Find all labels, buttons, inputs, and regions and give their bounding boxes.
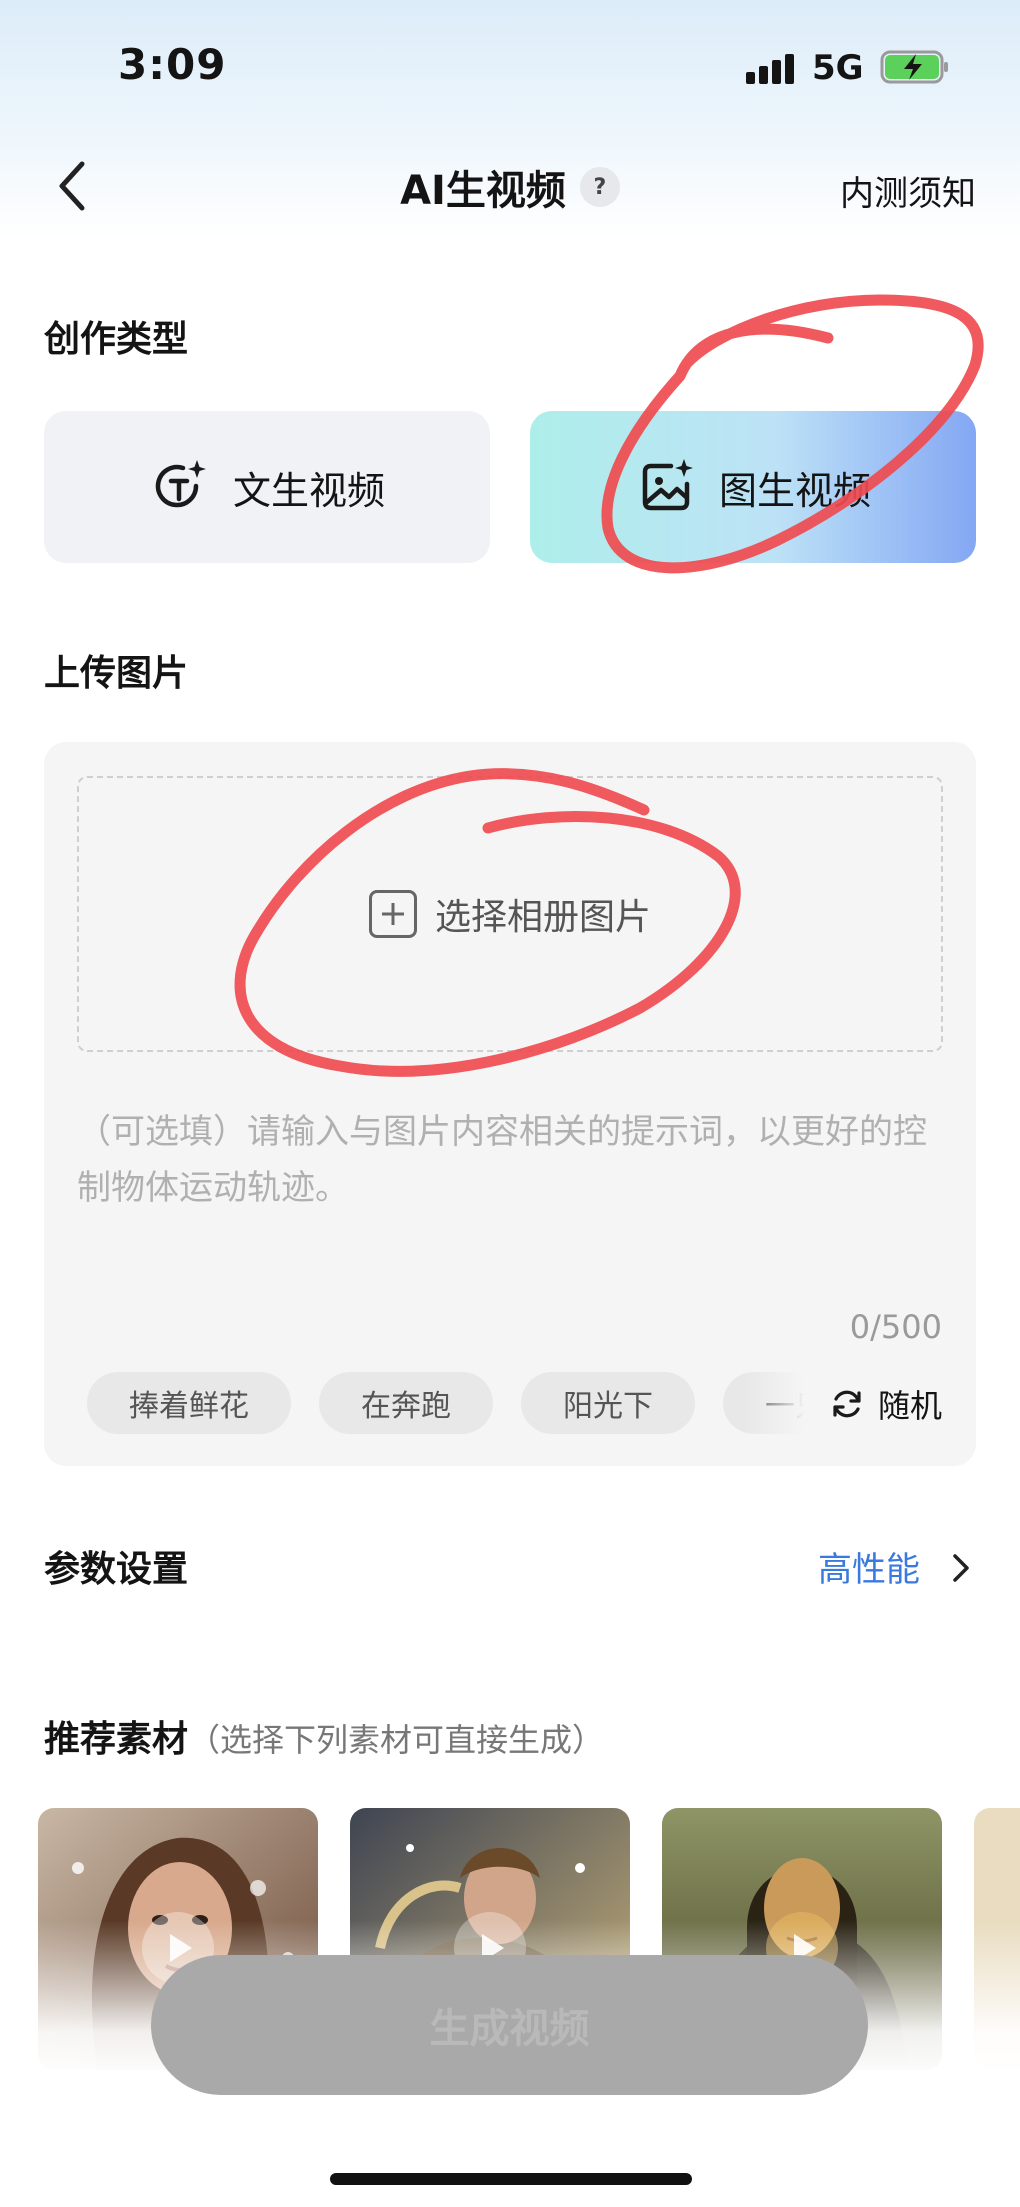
recommend-subtitle: （选择下列素材可直接生成） [188,1721,605,1759]
upload-image-label: 上传图片 [44,653,189,694]
image-spark-icon [642,459,693,511]
upload-panel: 选择相册图片 0/500 捧着鲜花 在奔跑 阳光下 一只 随机 [44,742,976,1466]
suggestion-chip[interactable]: 在奔跑 [319,1372,493,1434]
text-spark-icon [155,460,206,508]
suggestion-chip[interactable]: 阳光下 [521,1372,695,1434]
status-bar: 3:09 5G [0,0,1020,130]
select-album-image-label: 选择相册图片 [434,897,651,938]
image-to-video-label: 图生视频 [718,468,871,513]
creation-type-label: 创作类型 [44,319,189,360]
page-title-text: AI生视频 [400,168,566,214]
signal-icon [746,54,798,84]
character-counter: 0/500 [849,1308,942,1346]
beta-notice-link[interactable]: 内测须知 [840,166,976,215]
recommend-title: 推荐素材（选择下列素材可直接生成） [44,1710,604,1762]
text-to-video-label: 文生视频 [232,468,385,513]
params-value: 高性能 [818,1550,920,1590]
text-to-video-option[interactable]: 文生视频 [44,411,490,563]
add-icon [368,890,417,938]
chevron-right-icon [953,1554,969,1582]
prompt-suggestions: 捧着鲜花 在奔跑 阳光下 一只 [87,1372,817,1434]
battery-charging-icon [880,50,948,84]
random-label: 随机 [878,1387,943,1425]
random-suggestion-button[interactable]: 随机 [830,1376,942,1432]
status-time: 3:09 [118,40,227,89]
help-icon[interactable]: ? [579,167,620,207]
recommend-title-text: 推荐素材 [44,1719,189,1760]
home-indicator [330,2173,692,2185]
refresh-icon [833,1390,861,1418]
params-label: 参数设置 [44,1549,189,1590]
params-row[interactable]: 参数设置 高性能 [0,1540,1020,1600]
nav-bar: AI生视频 ? 内测须知 [0,140,1020,230]
prompt-input[interactable] [77,1104,947,1216]
suggestion-chip[interactable]: 捧着鲜花 [87,1372,291,1434]
select-album-image-button[interactable]: 选择相册图片 [77,776,943,1052]
image-to-video-option[interactable]: 图生视频 [530,411,976,563]
generate-video-button[interactable]: 生成视频 [151,1955,868,2095]
network-type: 5G [812,48,864,88]
